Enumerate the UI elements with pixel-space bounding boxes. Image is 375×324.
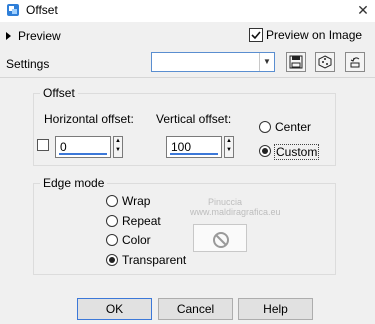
horizontal-offset-input[interactable]: 0 xyxy=(55,136,111,158)
reset-button[interactable] xyxy=(345,52,365,72)
settings-dropdown[interactable]: ▼ xyxy=(151,52,275,72)
vertical-offset-value: 100 xyxy=(171,140,192,154)
no-color-icon xyxy=(213,232,229,248)
watermark-line2: www.maldiragrafica.eu xyxy=(190,207,281,217)
expand-triangle-icon xyxy=(6,32,11,40)
vertical-offset-input[interactable]: 100 xyxy=(166,136,222,158)
down-arrow-icon[interactable]: ▼ xyxy=(225,146,233,155)
up-arrow-icon[interactable]: ▲ xyxy=(225,137,233,146)
help-button[interactable]: Help xyxy=(238,298,313,320)
down-arrow-icon[interactable]: ▼ xyxy=(114,146,122,155)
up-arrow-icon[interactable]: ▲ xyxy=(114,137,122,146)
transparent-label[interactable]: Transparent xyxy=(122,253,186,267)
offset-group-title: Offset xyxy=(40,86,78,100)
preview-on-image-checkbox[interactable] xyxy=(249,28,263,42)
edge-mode-group-title: Edge mode xyxy=(40,176,108,190)
ok-button[interactable]: OK xyxy=(77,298,152,320)
vertical-offset-label: Vertical offset: xyxy=(156,112,232,126)
repeat-radio[interactable] xyxy=(106,215,118,227)
dice-icon xyxy=(318,55,332,69)
randomize-button[interactable] xyxy=(315,52,335,72)
preview-label: Preview xyxy=(18,29,61,43)
color-radio[interactable] xyxy=(106,234,118,246)
custom-radio[interactable] xyxy=(259,145,271,157)
preview-toggle[interactable]: Preview xyxy=(6,28,61,44)
link-checkbox[interactable] xyxy=(37,139,49,151)
input-underline xyxy=(170,153,218,155)
floppy-disk-icon xyxy=(289,55,303,69)
wrap-label[interactable]: Wrap xyxy=(122,194,150,208)
app-icon xyxy=(7,4,19,16)
watermark-line1: Pinuccia xyxy=(208,197,243,207)
close-button[interactable]: ✕ xyxy=(351,0,375,20)
divider xyxy=(0,77,375,78)
cancel-button[interactable]: Cancel xyxy=(158,298,233,320)
horizontal-offset-value: 0 xyxy=(60,140,67,154)
horizontal-offset-label: Horizontal offset: xyxy=(44,112,134,126)
save-preset-button[interactable] xyxy=(286,52,306,72)
preview-on-image-label[interactable]: Preview on Image xyxy=(266,28,362,42)
chevron-down-icon[interactable]: ▼ xyxy=(259,53,274,71)
window-title: Offset xyxy=(26,3,58,17)
settings-label: Settings xyxy=(6,57,50,71)
edge-color-swatch[interactable] xyxy=(193,224,247,252)
custom-label[interactable]: Custom xyxy=(274,144,320,160)
center-label[interactable]: Center xyxy=(275,120,311,134)
input-underline xyxy=(59,153,107,155)
watermark: Pinuccia www.maldiragrafica.eu xyxy=(190,197,281,217)
checkmark-icon xyxy=(251,31,261,40)
repeat-label[interactable]: Repeat xyxy=(122,214,161,228)
horizontal-offset-spinner[interactable]: ▲ ▼ xyxy=(113,136,123,158)
reset-icon xyxy=(350,57,360,68)
transparent-radio[interactable] xyxy=(106,254,118,266)
wrap-radio[interactable] xyxy=(106,195,118,207)
center-radio[interactable] xyxy=(259,121,271,133)
vertical-offset-spinner[interactable]: ▲ ▼ xyxy=(224,136,234,158)
color-label[interactable]: Color xyxy=(122,233,151,247)
